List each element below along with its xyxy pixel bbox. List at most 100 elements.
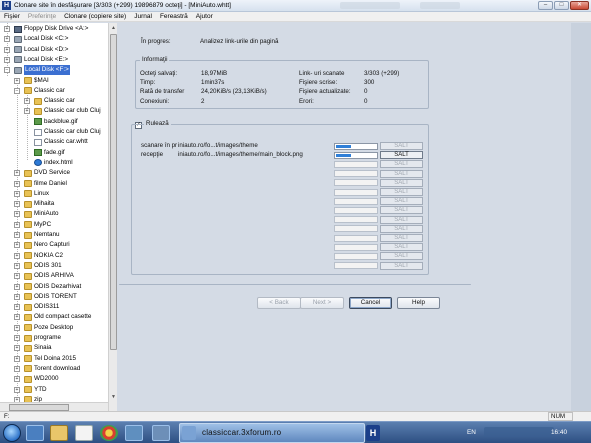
tree-horizontal-scrollbar[interactable] [0, 402, 108, 411]
tree-item[interactable]: + Nemtanu [0, 230, 108, 240]
tree-item[interactable]: + Tel Doina 2015 [0, 354, 108, 364]
tree-item[interactable]: + MiniAuto [0, 209, 108, 219]
tree-item[interactable]: + NOKIA C2 [0, 251, 108, 261]
tree-item[interactable]: + Poze Desktop [0, 323, 108, 333]
scroll-thumb[interactable] [110, 34, 117, 350]
tree-item[interactable]: index.html [0, 158, 108, 168]
expand-icon[interactable]: + [14, 365, 20, 372]
skip-button[interactable]: SALT [380, 169, 423, 178]
tree-item[interactable]: + MyPC [0, 220, 108, 230]
expand-icon[interactable]: + [14, 242, 20, 249]
expand-icon[interactable]: + [4, 26, 10, 32]
tree-item[interactable]: + ODIS TORENT [0, 292, 108, 302]
tree-vertical-scrollbar[interactable]: ▲ ▼ [108, 23, 117, 411]
expand-icon[interactable]: + [14, 232, 20, 238]
collapse-icon[interactable]: − [4, 67, 10, 74]
skip-button[interactable]: SALT [380, 215, 423, 224]
skip-button[interactable]: SALT [380, 178, 423, 187]
tree-item[interactable]: + WD2000 [0, 374, 108, 384]
media-taskbar-icon[interactable] [75, 425, 93, 441]
expand-icon[interactable]: + [24, 108, 30, 115]
tree-item[interactable]: + DVD Service [0, 168, 108, 178]
expand-icon[interactable]: + [14, 180, 20, 187]
tree-item[interactable]: + Torent download [0, 364, 108, 374]
tree-item[interactable]: − Local Disk <F:> [0, 65, 108, 76]
menu-item-1[interactable]: Preferinţe [24, 12, 60, 21]
expand-icon[interactable]: + [14, 190, 20, 197]
skip-button[interactable]: SALT [380, 234, 423, 242]
tree-item[interactable]: + Nero Capturi [0, 240, 108, 250]
close-button[interactable]: ✕ [570, 1, 589, 10]
skip-button[interactable]: SALT [380, 142, 423, 150]
tree-item[interactable]: fade.gif [0, 148, 108, 158]
expand-icon[interactable]: + [4, 46, 10, 53]
expand-icon[interactable]: + [14, 283, 20, 290]
tree-item[interactable]: + Local Disk <E:> [0, 55, 108, 65]
expand-icon[interactable]: + [4, 56, 10, 63]
tree-item[interactable]: backblue.gif [0, 117, 108, 127]
taskbar-browser-button[interactable]: classiccar.3xforum.ro [179, 423, 365, 443]
tree-item[interactable]: + filme Daniel [0, 179, 108, 189]
cancel-button[interactable]: Cancel [349, 297, 392, 309]
tree-item[interactable]: + ODIS 301 [0, 261, 108, 271]
expand-icon[interactable]: + [14, 355, 20, 362]
skip-button[interactable]: SALT [380, 206, 423, 215]
tree-item[interactable]: + ODIS ARHIVA [0, 271, 108, 281]
menu-item-5[interactable]: Ajutor [192, 12, 217, 21]
skip-button[interactable]: SALT [380, 188, 423, 196]
menu-item-3[interactable]: Jurnal [130, 12, 156, 21]
expand-icon[interactable]: + [14, 304, 20, 311]
tree-item[interactable]: Classic car.whtt [0, 137, 108, 147]
skip-button[interactable]: SALT [380, 224, 423, 233]
app-taskbar-icon[interactable] [152, 425, 170, 441]
menu-item-0[interactable]: Fişier [0, 12, 24, 21]
hscroll-thumb[interactable] [9, 404, 69, 411]
ie-taskbar-icon[interactable] [26, 425, 44, 441]
expand-icon[interactable]: + [14, 314, 20, 321]
skip-button[interactable]: SALT [380, 151, 423, 160]
expand-icon[interactable]: + [14, 324, 20, 331]
expand-icon[interactable]: + [14, 77, 20, 84]
skip-button[interactable]: SALT [380, 197, 423, 206]
tree-item[interactable]: − Classic car [0, 86, 108, 96]
scroll-down-arrow-icon[interactable]: ▼ [110, 393, 117, 401]
folder-tree[interactable]: + Floppy Disk Drive <A:> + Local Disk <C:> +… [0, 23, 117, 411]
title-bar[interactable]: H Clonare site în desfăşurare [3/303 (+2… [0, 0, 591, 12]
tree-item[interactable]: + programe [0, 333, 108, 343]
expand-icon[interactable]: + [4, 36, 10, 43]
explorer-taskbar-icon[interactable] [50, 425, 68, 441]
expand-icon[interactable]: + [14, 386, 20, 393]
expand-icon[interactable]: + [14, 170, 20, 177]
help-button[interactable]: Help [397, 297, 440, 309]
expand-icon[interactable]: + [14, 376, 20, 383]
skip-button[interactable]: SALT [380, 252, 423, 261]
tree-item[interactable]: + Old compact casette [0, 312, 108, 322]
expand-icon[interactable]: + [14, 211, 20, 218]
expand-icon[interactable]: + [14, 273, 20, 280]
tree-item[interactable]: + Mihaita [0, 199, 108, 209]
tree-item[interactable]: + YTD [0, 385, 108, 395]
maximize-button[interactable]: □ [554, 1, 569, 10]
tree-item[interactable]: + ODIS311 [0, 302, 108, 312]
tree-item[interactable]: + Floppy Disk Drive <A:> [0, 24, 108, 34]
httrack-taskbar-icon[interactable]: H [366, 425, 380, 441]
start-button[interactable] [3, 424, 21, 442]
tree-item[interactable]: + ODIS Dezarhivat [0, 282, 108, 292]
next-button[interactable]: Next > [300, 297, 344, 309]
skip-button[interactable]: SALT [380, 243, 423, 252]
collapse-icon[interactable]: − [14, 87, 20, 94]
expand-icon[interactable]: + [14, 221, 20, 228]
app-taskbar-icon[interactable] [125, 425, 143, 441]
language-indicator[interactable]: EN [467, 429, 476, 436]
minimize-button[interactable]: – [538, 1, 553, 10]
tree-item[interactable]: + Classic car [0, 96, 108, 106]
tree-item[interactable]: + $MAI [0, 76, 108, 86]
skip-button[interactable]: SALT [380, 160, 423, 169]
run-checkbox-label[interactable]: Rulează [144, 120, 171, 127]
scroll-up-arrow-icon[interactable]: ▲ [110, 24, 117, 32]
tree-item[interactable]: + Local Disk <C:> [0, 34, 108, 44]
expand-icon[interactable]: + [14, 262, 20, 269]
menu-item-2[interactable]: Clonare (copiere site) [60, 12, 130, 21]
tree-item[interactable]: + Linux [0, 189, 108, 199]
tree-item[interactable]: + Local Disk <D:> [0, 45, 108, 55]
